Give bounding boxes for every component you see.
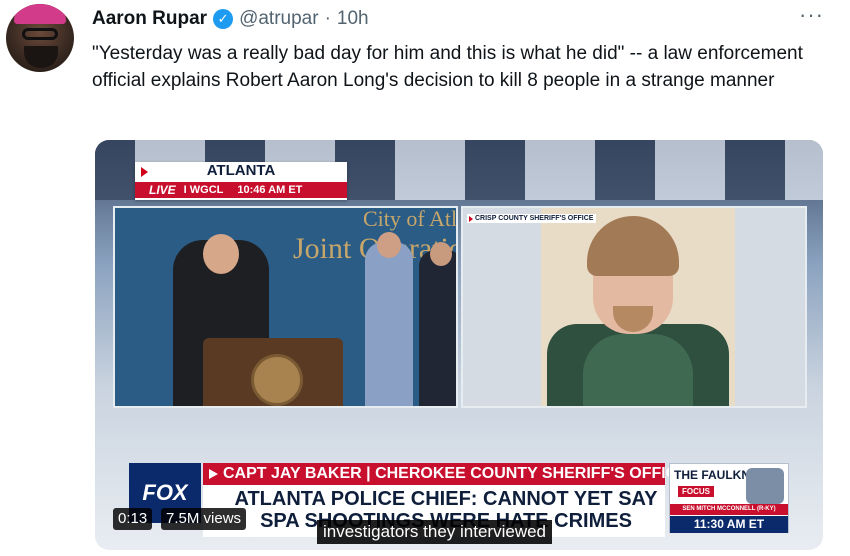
video-caption: investigators they interviewed (317, 520, 553, 544)
ticker-time: 10:46 AM ET (237, 184, 303, 196)
live-label: LIVE (149, 183, 176, 197)
tweet-header: Aaron Rupar ✓ @atrupar · 10h (92, 6, 369, 32)
author-avatar[interactable] (6, 4, 74, 72)
promo-guest-photo (746, 468, 784, 504)
location-ticker: ATLANTA LIVE I WGCL 10:46 AM ET (135, 162, 347, 200)
tweet-text: "Yesterday was a really bad day for him … (92, 43, 803, 91)
promo-time: 11:30 AM ET (670, 516, 788, 533)
separator-dot: · (324, 8, 331, 29)
avatar-beard (24, 46, 58, 68)
video-elapsed-time: 0:13 (113, 508, 153, 530)
podium (203, 338, 343, 406)
mugshot-panel: CRISP COUNTY SHERIFF'S OFFICE (461, 206, 807, 408)
ticker-city: ATLANTA (206, 162, 276, 179)
promo-guest-name: SEN MITCH MCCONNELL (R-KY) (670, 504, 788, 515)
author-name[interactable]: Aaron Rupar (92, 8, 207, 30)
speaker-bar: CAPT JAY BAKER | CHEROKEE COUNTY SHERIFF… (203, 463, 688, 485)
officer-standing (365, 232, 413, 406)
show-promo: THE FAULKNER FOCUS SEN MITCH MCCONNELL (… (669, 463, 789, 533)
official-standing (419, 242, 456, 406)
ticker-station: I WGCL (183, 184, 224, 196)
video-view-count: 7.5M views (161, 508, 247, 530)
tweet-timestamp[interactable]: 10h (337, 8, 369, 30)
verified-badge-icon: ✓ (213, 9, 234, 29)
wall-sign-top: City of Atl (363, 206, 458, 231)
avatar-hat (14, 4, 66, 24)
promo-subtitle: FOCUS (678, 486, 714, 497)
avatar-glasses (22, 28, 58, 40)
podium-seal (251, 354, 303, 406)
author-handle[interactable]: @atrupar (239, 8, 319, 30)
mugshot-body (547, 324, 729, 406)
ticker-live-bar: LIVE I WGCL 10:46 AM ET (135, 182, 347, 198)
mugshot-source-label: CRISP COUNTY SHERIFF'S OFFICE (467, 214, 597, 223)
more-options-icon[interactable]: ··· (799, 2, 824, 28)
press-conference-panel: City of Atl Joint Operation (113, 206, 458, 408)
video-player[interactable]: ATLANTA LIVE I WGCL 10:46 AM ET City of … (95, 140, 823, 550)
